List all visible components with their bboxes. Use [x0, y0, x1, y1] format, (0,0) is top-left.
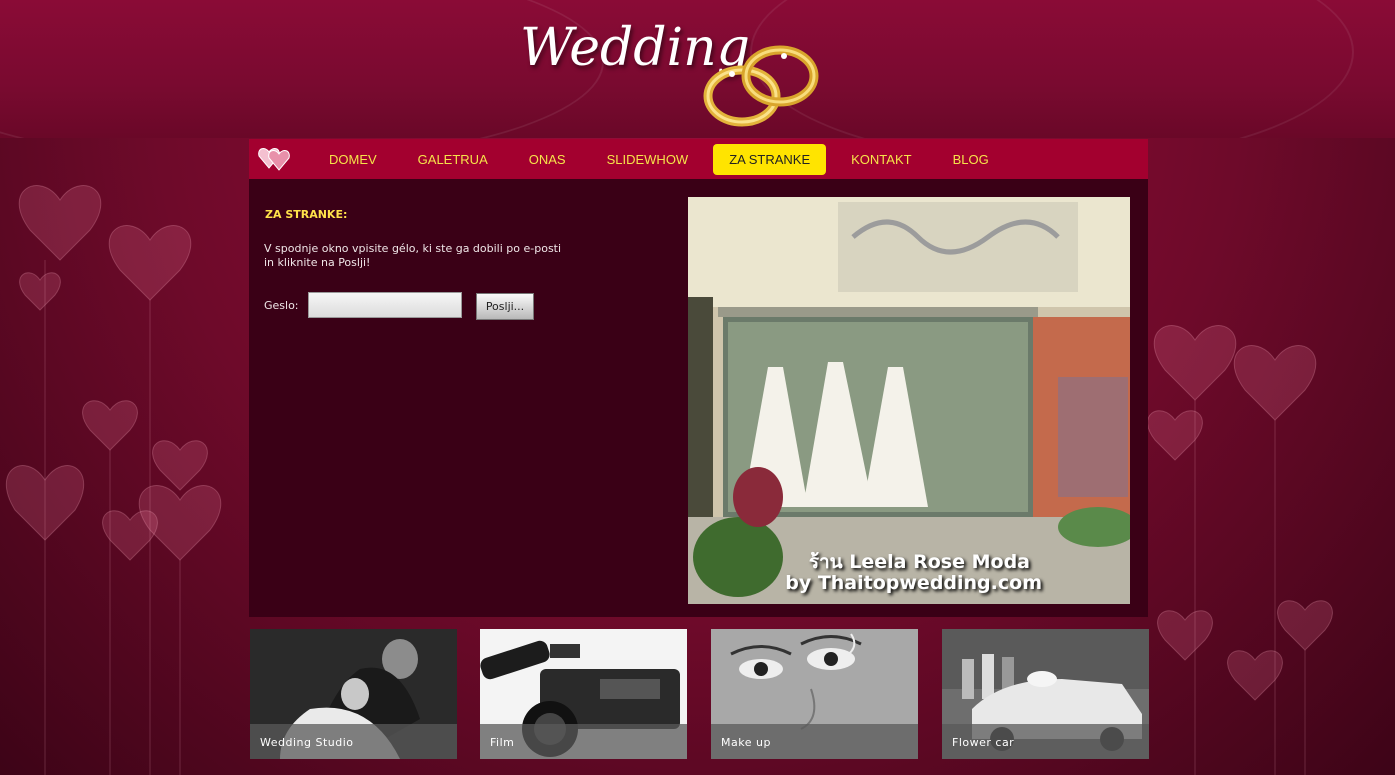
password-input[interactable]: [308, 292, 462, 318]
decorative-hearts-right: [1147, 325, 1333, 775]
submit-button[interactable]: Poslji...: [476, 293, 534, 320]
nav-onas[interactable]: ONAS: [513, 144, 582, 175]
double-heart-icon[interactable]: [257, 144, 293, 174]
thumb-make-up[interactable]: Make up: [711, 629, 918, 759]
thumb-film[interactable]: Film: [480, 629, 687, 759]
nav-galetrua[interactable]: GALETRUA: [402, 144, 504, 175]
bridal-shop-photo: ร้าน Leela Rose Moda by Thaitopwedding.c…: [688, 197, 1130, 604]
photo-caption-line2: by Thaitopwedding.com: [785, 572, 1042, 594]
thumb-label: Make up: [721, 736, 771, 749]
wedding-rings-icon: [703, 45, 819, 127]
password-label: Geslo:: [264, 299, 299, 312]
decorative-swirl: [750, 0, 1354, 138]
shop-photo-illustration: [688, 197, 1130, 604]
thumb-label: Wedding Studio: [260, 736, 354, 749]
main-navigation: DOMEV GALETRUA ONAS SLIDEWHOW ZA STRANKE…: [249, 139, 1148, 179]
nav-slidewhow[interactable]: SLIDEWHOW: [591, 144, 705, 175]
nav-domev[interactable]: DOMEV: [313, 144, 393, 175]
decorative-swirl: [0, 0, 604, 138]
decorative-hearts-left: [5, 185, 222, 775]
instructions-text: V spodnje okno vpisite gélo, ki ste ga d…: [264, 242, 562, 269]
content-panel: ZA STRANKE: V spodnje okno vpisite gélo,…: [249, 179, 1148, 617]
thumb-flower-car[interactable]: Flower car: [942, 629, 1149, 759]
thumbnail-row: Wedding Studio Film Make up Flower car: [250, 629, 1150, 759]
nav-kontakt[interactable]: KONTAKT: [835, 144, 927, 175]
section-title: ZA STRANKE:: [265, 208, 348, 221]
nav-blog[interactable]: BLOG: [937, 144, 1005, 175]
thumb-label: Flower car: [952, 736, 1015, 749]
thumb-wedding-studio[interactable]: Wedding Studio: [250, 629, 457, 759]
nav-za-stranke[interactable]: ZA STRANKE: [713, 143, 827, 175]
thumb-label: Film: [490, 736, 515, 749]
header-banner: Wedding: [0, 0, 1395, 138]
